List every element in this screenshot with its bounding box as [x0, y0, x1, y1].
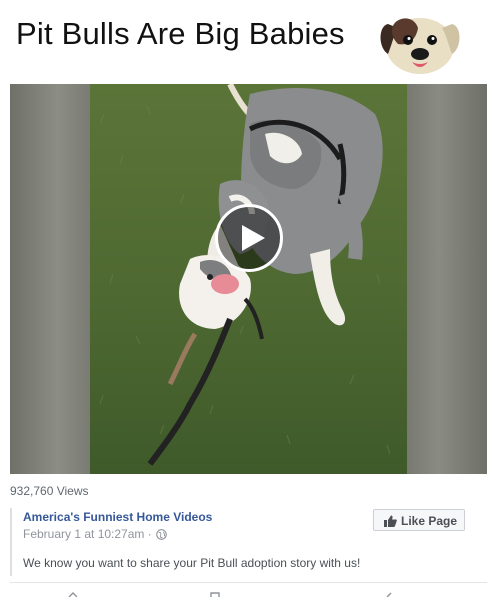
like-page-button[interactable]: Like Page	[373, 509, 465, 531]
share-icon[interactable]	[68, 592, 78, 597]
comment-icon[interactable]	[210, 592, 220, 597]
video-blur-left	[10, 84, 90, 474]
page-name-link[interactable]: America's Funniest Home Videos	[23, 510, 212, 524]
globe-icon	[156, 529, 167, 540]
puppy-face-icon	[380, 18, 460, 74]
video-thumbnail	[90, 84, 407, 474]
video-player[interactable]	[10, 84, 487, 474]
quote-bar	[10, 508, 12, 576]
action-divider	[10, 582, 487, 583]
video-title-banner: Pit Bulls Are Big Babies	[0, 0, 496, 80]
post-attribution: America's Funniest Home Videos February …	[10, 502, 487, 578]
thumbs-up-icon	[384, 515, 397, 527]
view-count: 932,760 Views	[10, 484, 89, 498]
like-page-label: Like Page	[401, 514, 458, 528]
play-button[interactable]	[215, 204, 283, 272]
video-blur-right	[407, 84, 487, 474]
post-message: We know you want to share your Pit Bull …	[23, 556, 361, 570]
forward-icon[interactable]	[385, 592, 395, 597]
video-title: Pit Bulls Are Big Babies	[16, 16, 345, 51]
play-icon	[242, 225, 265, 251]
post-timestamp[interactable]: February 1 at 10:27am ·	[23, 527, 152, 541]
